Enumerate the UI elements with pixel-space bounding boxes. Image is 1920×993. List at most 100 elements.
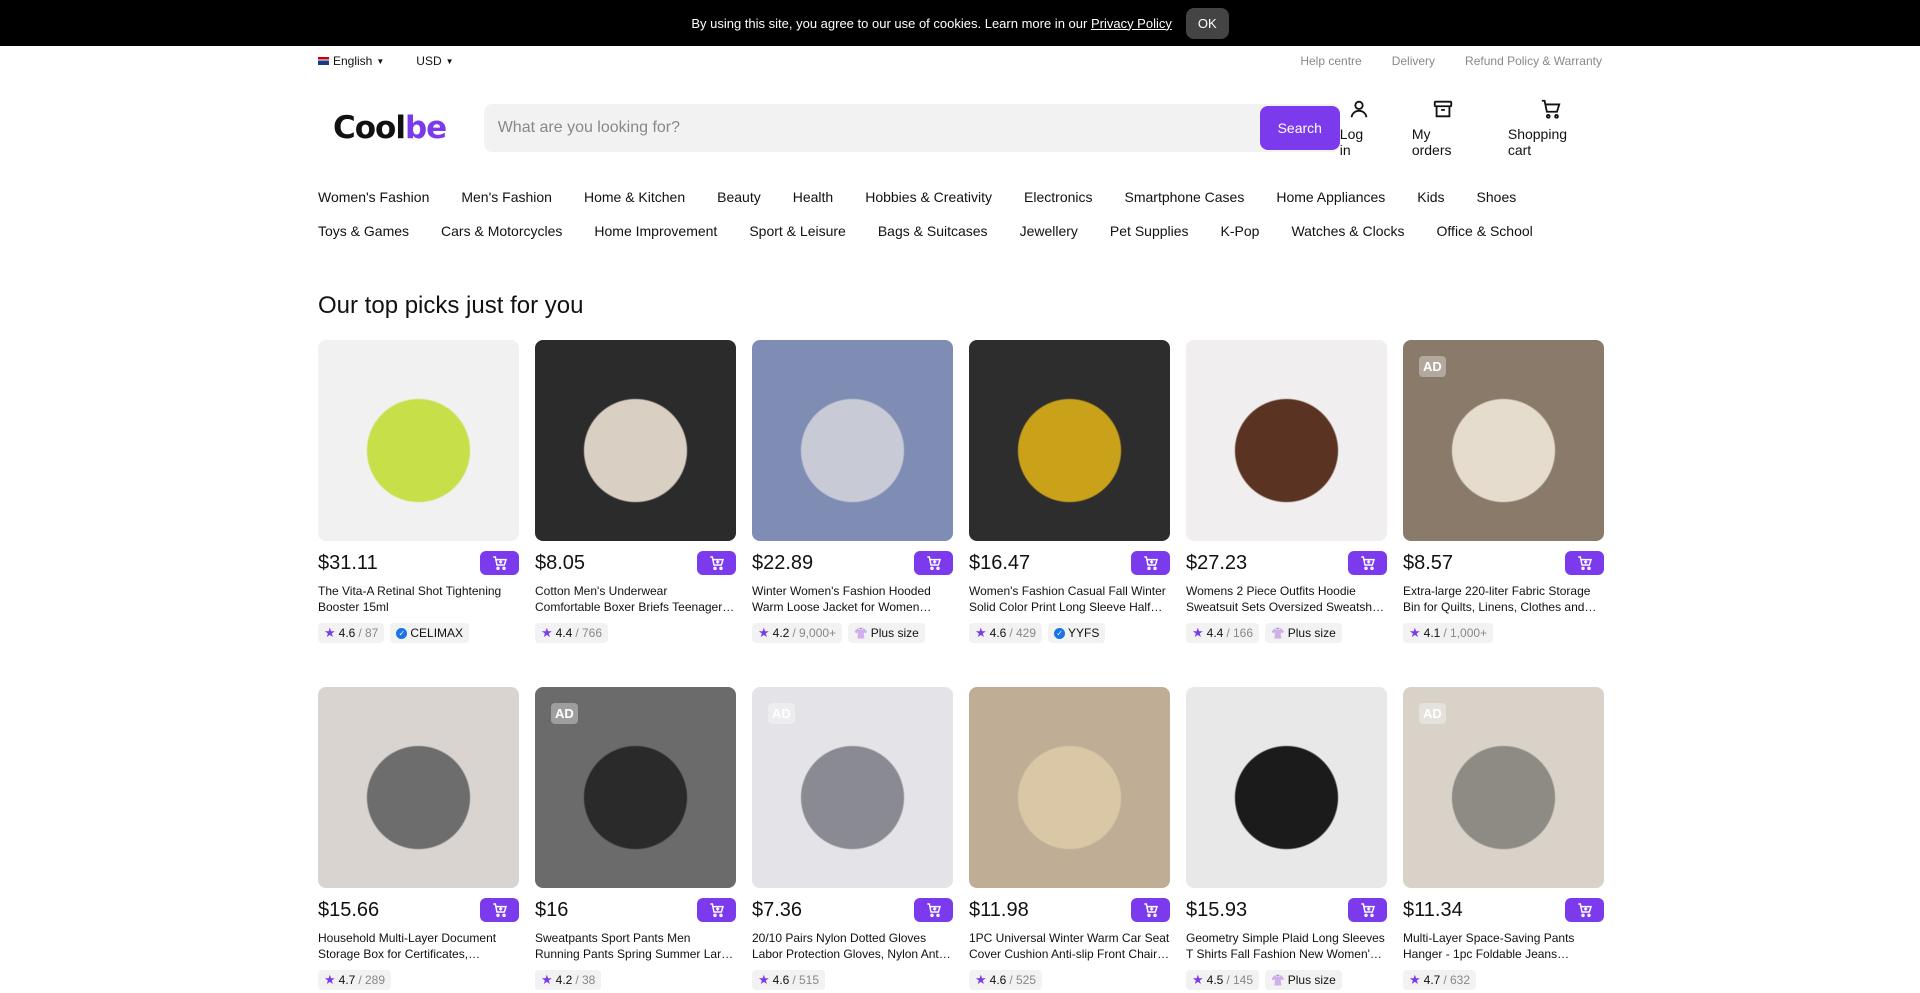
product-card[interactable]: AD $8.57 Extra-large 220-liter Fabric St… xyxy=(1403,340,1604,687)
product-image[interactable]: AD xyxy=(535,687,736,888)
category-link[interactable]: Health xyxy=(793,189,833,205)
category-link[interactable]: Sport & Leisure xyxy=(749,223,846,239)
category-link[interactable]: K-Pop xyxy=(1221,223,1260,239)
category-link[interactable]: Hobbies & Creativity xyxy=(865,189,992,205)
product-badge: 👚 Plus size xyxy=(848,623,925,643)
product-title[interactable]: Geometry Simple Plaid Long Sleeves T Shi… xyxy=(1186,930,1387,962)
search-input[interactable] xyxy=(483,104,1260,152)
privacy-policy-link[interactable]: Privacy Policy xyxy=(1091,16,1172,31)
product-title[interactable]: Cotton Men's Underwear Comfortable Boxer… xyxy=(535,583,736,615)
category-link[interactable]: Bags & Suitcases xyxy=(878,223,988,239)
product-price: $22.89 xyxy=(752,551,814,574)
my-orders-button[interactable]: My orders xyxy=(1412,98,1474,158)
category-link[interactable]: Beauty xyxy=(717,189,761,205)
add-to-cart-button[interactable] xyxy=(1131,898,1170,922)
search-button[interactable]: Search xyxy=(1259,106,1340,150)
product-badge: ✓ YYFS xyxy=(1048,623,1106,643)
cookie-text: By using this site, you agree to our use… xyxy=(691,15,1172,31)
add-to-cart-button[interactable] xyxy=(1348,898,1387,922)
product-title[interactable]: Multi-Layer Space-Saving Pants Hanger - … xyxy=(1403,930,1604,962)
product-card[interactable]: $15.66 Household Multi-Layer Document St… xyxy=(318,687,519,993)
category-link[interactable]: Kids xyxy=(1417,189,1444,205)
product-card[interactable]: AD $7.36 20/10 Pairs Nylon Dotted Gloves… xyxy=(752,687,953,993)
add-to-cart-icon xyxy=(1143,903,1158,918)
language-selector[interactable]: English ▼ xyxy=(318,54,384,68)
product-title[interactable]: Household Multi-Layer Document Storage B… xyxy=(318,930,519,962)
category-link[interactable]: Home Appliances xyxy=(1276,189,1385,205)
shopping-cart-button[interactable]: Shopping cart xyxy=(1508,98,1594,158)
product-rating: ★ 4.4/ 766 xyxy=(535,623,609,643)
add-to-cart-button[interactable] xyxy=(697,898,736,922)
product-title[interactable]: Sweatpants Sport Pants Men Running Pants… xyxy=(535,930,736,962)
product-title[interactable]: 20/10 Pairs Nylon Dotted Gloves Labor Pr… xyxy=(752,930,953,962)
logo[interactable]: Coolbe xyxy=(333,110,468,146)
category-link[interactable]: Home & Kitchen xyxy=(584,189,685,205)
product-image[interactable]: AD xyxy=(752,687,953,888)
category-link[interactable]: Office & School xyxy=(1437,223,1533,239)
category-link[interactable]: Shoes xyxy=(1477,189,1517,205)
add-to-cart-button[interactable] xyxy=(1565,898,1604,922)
currency-selector[interactable]: USD ▼ xyxy=(416,54,453,68)
product-price: $8.57 xyxy=(1403,551,1454,574)
product-card[interactable]: $16.47 Women's Fashion Casual Fall Winte… xyxy=(969,340,1170,687)
product-image[interactable] xyxy=(318,340,519,541)
add-to-cart-button[interactable] xyxy=(480,551,519,575)
login-button[interactable]: Log in xyxy=(1340,98,1378,158)
product-card[interactable]: AD $16 Sweatpants Sport Pants Men Runnin… xyxy=(535,687,736,993)
category-link[interactable]: Pet Supplies xyxy=(1110,223,1189,239)
product-image[interactable] xyxy=(752,340,953,541)
category-link[interactable]: Jewellery xyxy=(1020,223,1078,239)
cookie-ok-button[interactable]: OK xyxy=(1185,7,1229,39)
product-price: $15.66 xyxy=(318,898,380,921)
category-link[interactable]: Men's Fashion xyxy=(461,189,552,205)
ad-label: AD xyxy=(1419,703,1446,724)
product-card[interactable]: $27.23 Womens 2 Piece Outfits Hoodie Swe… xyxy=(1186,340,1387,687)
add-to-cart-button[interactable] xyxy=(914,898,953,922)
add-to-cart-button[interactable] xyxy=(1565,551,1604,575)
plus-size-icon: 👚 xyxy=(1271,974,1285,987)
caret-down-icon: ▼ xyxy=(376,56,385,66)
category-link[interactable]: Cars & Motorcycles xyxy=(441,223,562,239)
add-to-cart-button[interactable] xyxy=(1131,551,1170,575)
add-to-cart-button[interactable] xyxy=(697,551,736,575)
product-card[interactable]: AD $11.34 Multi-Layer Space-Saving Pants… xyxy=(1403,687,1604,993)
product-image[interactable] xyxy=(1186,340,1387,541)
product-title[interactable]: Womens 2 Piece Outfits Hoodie Sweatsuit … xyxy=(1186,583,1387,615)
product-image[interactable]: AD xyxy=(1403,687,1604,888)
help-centre-link[interactable]: Help centre xyxy=(1300,54,1361,68)
product-card[interactable]: $31.11 The Vita-A Retinal Shot Tightenin… xyxy=(318,340,519,687)
product-title[interactable]: Winter Women's Fashion Hooded Warm Loose… xyxy=(752,583,953,615)
category-link[interactable]: Electronics xyxy=(1024,189,1092,205)
product-card[interactable]: $15.93 Geometry Simple Plaid Long Sleeve… xyxy=(1186,687,1387,993)
category-link[interactable]: Smartphone Cases xyxy=(1125,189,1245,205)
add-to-cart-icon xyxy=(492,556,507,571)
verified-icon: ✓ xyxy=(1054,627,1066,639)
refund-policy-link[interactable]: Refund Policy & Warranty xyxy=(1465,54,1602,68)
delivery-link[interactable]: Delivery xyxy=(1392,54,1435,68)
product-rating: ★ 4.7/ 289 xyxy=(318,970,392,990)
product-card[interactable]: $11.98 1PC Universal Winter Warm Car Sea… xyxy=(969,687,1170,993)
add-to-cart-button[interactable] xyxy=(914,551,953,575)
star-icon: ★ xyxy=(1192,972,1204,987)
product-card[interactable]: $8.05 Cotton Men's Underwear Comfortable… xyxy=(535,340,736,687)
add-to-cart-button[interactable] xyxy=(1348,551,1387,575)
product-title[interactable]: 1PC Universal Winter Warm Car Seat Cover… xyxy=(969,930,1170,962)
category-link[interactable]: Home Improvement xyxy=(594,223,717,239)
category-link[interactable]: Toys & Games xyxy=(318,223,409,239)
category-link[interactable]: Watches & Clocks xyxy=(1291,223,1404,239)
star-icon: ★ xyxy=(975,972,987,987)
product-image[interactable]: AD xyxy=(1403,340,1604,541)
product-image[interactable] xyxy=(535,340,736,541)
product-card[interactable]: $22.89 Winter Women's Fashion Hooded War… xyxy=(752,340,953,687)
utility-bar: English ▼ USD ▼ Help centre Delivery Refun… xyxy=(318,46,1602,76)
product-title[interactable]: Extra-large 220-liter Fabric Storage Bin… xyxy=(1403,583,1604,615)
product-image[interactable] xyxy=(1186,687,1387,888)
category-link[interactable]: Women's Fashion xyxy=(318,189,429,205)
product-image[interactable] xyxy=(969,687,1170,888)
product-image[interactable] xyxy=(969,340,1170,541)
add-to-cart-button[interactable] xyxy=(480,898,519,922)
product-title[interactable]: The Vita-A Retinal Shot Tightening Boost… xyxy=(318,583,519,615)
product-image[interactable] xyxy=(318,687,519,888)
product-title[interactable]: Women's Fashion Casual Fall Winter Solid… xyxy=(969,583,1170,615)
verified-icon: ✓ xyxy=(396,627,408,639)
